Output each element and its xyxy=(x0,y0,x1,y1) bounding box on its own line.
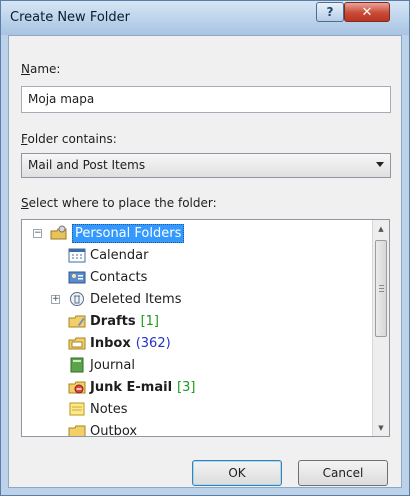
outbox-icon xyxy=(68,425,86,436)
tree-item-label: Drafts xyxy=(90,313,136,329)
deleted-items-icon xyxy=(70,292,84,306)
scroll-down-arrow-icon[interactable]: ▼ xyxy=(373,419,389,436)
dialog-body: Name: Moja mapa Folder contains: Mail an… xyxy=(8,35,402,488)
tree-item-label: Calendar xyxy=(90,247,149,263)
unread-count-badge: [3] xyxy=(177,379,196,395)
tree-item-drafts[interactable]: Drafts [1] xyxy=(68,310,159,332)
tree-item-notes[interactable]: Notes xyxy=(68,398,128,420)
name-field[interactable]: Moja mapa xyxy=(21,86,391,113)
tree-item-label: Junk E-mail xyxy=(90,379,173,395)
tree-item-label: Personal Folders xyxy=(72,223,185,243)
close-button[interactable]: ✕ xyxy=(344,2,390,22)
tree-item-junk-email[interactable]: Junk E-mail [3] xyxy=(68,376,195,398)
tree-item-outbox[interactable]: Outbox xyxy=(68,420,138,437)
grip-line xyxy=(379,291,384,292)
grip-line xyxy=(379,288,384,289)
name-field-value: Moja mapa xyxy=(28,92,95,106)
create-new-folder-dialog: Create New Folder ? ✕ Name: Moja mapa Fo… xyxy=(0,0,410,496)
tree-vertical-scrollbar[interactable]: ▲ ▼ xyxy=(372,220,389,436)
tree-item-calendar[interactable]: Calendar xyxy=(68,244,148,266)
unread-count-badge: (362) xyxy=(135,335,171,351)
tree-item-label: Notes xyxy=(90,401,128,417)
ok-button[interactable]: OK xyxy=(192,460,282,486)
tree-item-label: Inbox xyxy=(90,335,131,351)
drafts-icon xyxy=(68,315,86,328)
notes-icon xyxy=(69,402,85,416)
close-icon: ✕ xyxy=(361,4,373,20)
dropdown-arrow-icon xyxy=(376,162,384,167)
scroll-up-arrow-icon[interactable]: ▲ xyxy=(373,220,389,237)
folder-contains-label: Folder contains: xyxy=(21,132,117,146)
journal-icon xyxy=(70,357,84,373)
tree-item-journal[interactable]: Journal xyxy=(68,354,135,376)
place-folder-label: Select where to place the folder: xyxy=(21,196,217,210)
folder-tree[interactable]: − Personal Folders Calendar Contacts + D… xyxy=(21,219,390,437)
calendar-icon xyxy=(68,248,86,263)
tree-item-label: Contacts xyxy=(90,269,148,285)
cancel-button[interactable]: Cancel xyxy=(298,460,388,486)
contacts-icon xyxy=(68,271,86,284)
title-bar[interactable]: Create New Folder ? ✕ xyxy=(1,1,409,35)
junk-email-icon xyxy=(68,381,86,394)
tree-item-label: Outbox xyxy=(90,423,138,437)
tree-item-personal-folders[interactable]: Personal Folders xyxy=(50,222,185,244)
tree-item-inbox[interactable]: Inbox (362) xyxy=(68,332,171,354)
folder-contains-select[interactable]: Mail and Post Items xyxy=(21,153,391,178)
folder-contains-value: Mail and Post Items xyxy=(28,158,146,172)
name-label: Name: xyxy=(21,62,61,76)
unread-count-badge: [1] xyxy=(140,313,160,329)
expand-icon[interactable]: + xyxy=(51,295,60,304)
help-button[interactable]: ? xyxy=(316,2,344,22)
collapse-icon[interactable]: − xyxy=(33,229,42,238)
grip-line xyxy=(379,285,384,286)
scrollbar-thumb[interactable] xyxy=(375,240,387,337)
help-icon: ? xyxy=(326,5,334,19)
tree-item-contacts[interactable]: Contacts xyxy=(68,266,147,288)
dialog-title: Create New Folder xyxy=(10,10,130,25)
tree-item-label: Journal xyxy=(90,357,135,373)
tree-item-deleted-items[interactable]: Deleted Items xyxy=(68,288,181,310)
tree-item-label: Deleted Items xyxy=(90,291,182,307)
personal-folders-icon xyxy=(50,225,67,240)
inbox-icon xyxy=(68,337,86,350)
